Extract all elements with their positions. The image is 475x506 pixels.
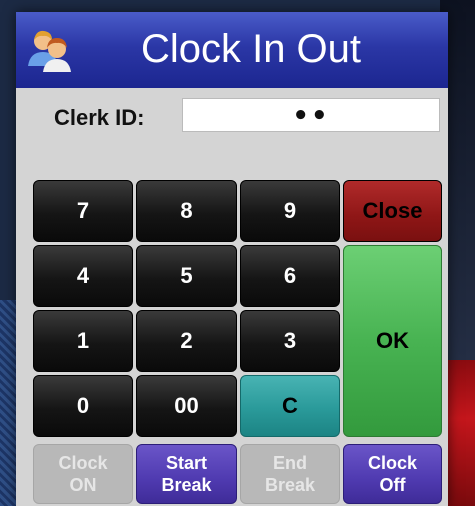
- key-2[interactable]: 2: [136, 310, 237, 372]
- clerk-id-field[interactable]: ••: [182, 98, 440, 132]
- close-button[interactable]: Close: [343, 180, 442, 242]
- key-7[interactable]: 7: [33, 180, 133, 242]
- clock-off-button[interactable]: Clock Off: [343, 444, 442, 504]
- key-9[interactable]: 9: [240, 180, 340, 242]
- users-icon: [28, 30, 71, 72]
- key-4[interactable]: 4: [33, 245, 133, 307]
- clock-on-label-line1: Clock: [58, 453, 108, 473]
- clock-off-label-line1: Clock: [367, 453, 418, 473]
- key-8[interactable]: 8: [136, 180, 237, 242]
- key-00[interactable]: 00: [136, 375, 237, 437]
- clock-off-label-line2: Off: [379, 475, 406, 495]
- clear-button[interactable]: C: [240, 375, 340, 437]
- key-3[interactable]: 3: [240, 310, 340, 372]
- end-break-label-line2: Break: [264, 475, 316, 495]
- key-1[interactable]: 1: [33, 310, 133, 372]
- key-5[interactable]: 5: [136, 245, 237, 307]
- window-title: Clock In Out: [140, 27, 362, 71]
- start-break-label-line2: Break: [161, 475, 212, 495]
- key-0[interactable]: 0: [33, 375, 133, 437]
- start-break-button[interactable]: Start Break: [136, 444, 237, 504]
- clock-in-out-dialog: Clock In Out Clerk ID: •• 7 8 9 Close 4 …: [16, 12, 448, 506]
- end-break-label-line1: End: [273, 453, 307, 473]
- end-break-button[interactable]: End Break: [240, 444, 340, 504]
- clerk-id-label: Clerk ID:: [54, 105, 145, 130]
- start-break-label-line1: Start: [165, 453, 207, 473]
- key-6[interactable]: 6: [240, 245, 340, 307]
- clock-on-button[interactable]: Clock ON: [33, 444, 133, 504]
- ok-button[interactable]: OK: [343, 245, 442, 437]
- title-bar: Clock In Out: [16, 12, 448, 88]
- clock-on-label-line2: ON: [69, 475, 97, 495]
